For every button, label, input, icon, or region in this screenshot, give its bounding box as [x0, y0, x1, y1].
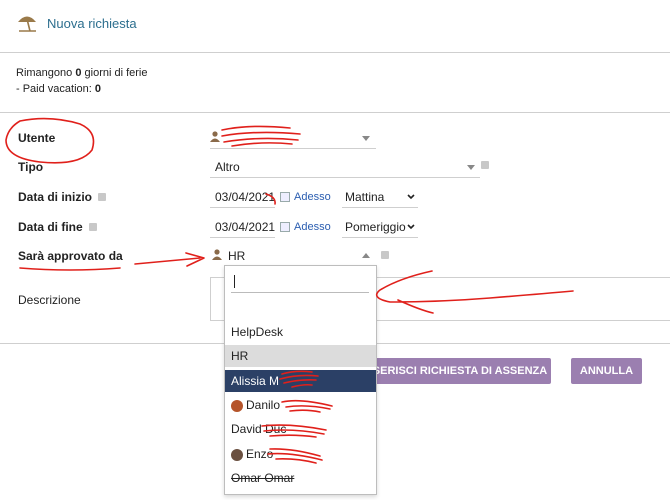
annotation-scribble [221, 125, 301, 147]
annotation-arrow [375, 270, 574, 314]
annotation-mark [265, 193, 276, 205]
annotation-underline [19, 267, 121, 271]
annotation-circle [5, 117, 95, 164]
annotation-scribble [261, 424, 327, 438]
annotation-arrow [134, 257, 201, 265]
annotation-overlay [5, 117, 574, 464]
annotation-scribble [279, 370, 319, 388]
annotation-scribble [281, 399, 333, 413]
annotation-scribble [267, 448, 323, 464]
